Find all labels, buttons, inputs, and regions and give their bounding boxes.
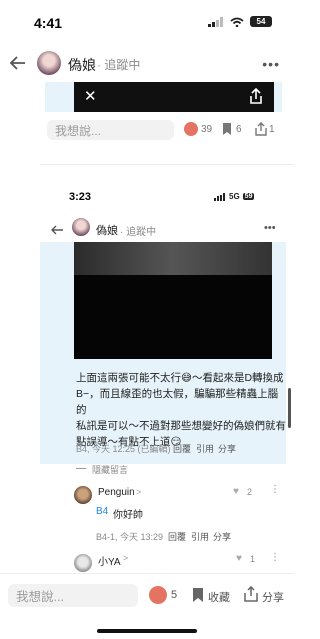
inner-image-black — [74, 275, 272, 359]
status-bar: 4:41 54 — [0, 0, 294, 44]
inner-back-arrow-icon — [51, 225, 63, 235]
inner-network: 5G — [229, 192, 240, 201]
close-icon[interactable]: ✕ — [84, 87, 97, 105]
heart-icon: ♥ — [236, 553, 242, 564]
comment-like-count: 2 — [247, 487, 253, 497]
avatar[interactable] — [37, 51, 61, 75]
bottom-reply-input[interactable]: 我想說... — [8, 584, 138, 607]
post-quote-link: 引用 — [196, 444, 215, 454]
board-title[interactable]: 偽娘 — [68, 55, 96, 75]
hidden-comments-label: 隱藏留言 — [92, 465, 129, 475]
hidden-divider-line — [76, 468, 86, 469]
reply-input[interactable]: 我想說... — [47, 120, 174, 140]
comment-mention: B4 — [96, 506, 109, 517]
inner-follow-status: · 追蹤中 — [120, 227, 157, 238]
back-arrow-icon[interactable] — [8, 53, 28, 73]
inner-avatar — [72, 218, 90, 236]
embedded-screenshot: 3:23 5G 59 偽娘 · 追蹤中 ••• 上面這兩張可能不太行😅～看起來是… — [40, 180, 294, 573]
share-icon[interactable] — [254, 122, 268, 136]
battery-icon: 54 — [250, 16, 272, 27]
status-icons: 54 — [208, 16, 272, 27]
bottom-bar: 我想說... 5 收藏 分享 — [0, 573, 294, 617]
chevron-right-icon: > — [136, 487, 142, 497]
signal-icon — [208, 16, 223, 27]
post-text-line: 上面這兩張可能不太行😅～看起來是D轉換成 — [76, 372, 284, 384]
comment-reply-link: 回覆 — [168, 532, 187, 542]
comment-quote-link: 引用 — [191, 532, 210, 542]
inner-scrollbar — [288, 388, 291, 428]
bookmark-icon[interactable] — [222, 122, 232, 136]
divider — [40, 164, 294, 165]
top-nav: 偽娘 · 追蹤中 ••• — [0, 44, 294, 82]
inner-status-time: 3:23 — [69, 191, 92, 203]
comment-username: 小YA — [98, 557, 121, 568]
post-reply-link: 回覆 — [173, 444, 192, 454]
reaction-count: 39 — [201, 124, 213, 135]
save-label[interactable]: 收藏 — [208, 589, 230, 605]
share-label[interactable]: 分享 — [262, 589, 284, 605]
inner-board-title: 偽娘 — [96, 225, 118, 237]
inner-battery-icon: 59 — [242, 193, 255, 200]
inner-more-icon: ••• — [264, 222, 276, 234]
inner-status-icons: 5G 59 — [214, 192, 255, 201]
bookmark-icon[interactable] — [192, 587, 204, 603]
more-vertical-icon: ⋮ — [270, 484, 280, 495]
video-player[interactable]: ✕ — [74, 82, 274, 112]
comment-avatar — [74, 554, 92, 572]
comment-like-count: 1 — [250, 554, 256, 564]
more-icon[interactable]: ••• — [262, 56, 280, 72]
chevron-right-icon: > — [123, 553, 129, 563]
post-floor-meta: B4, 今天 12:25 (已編輯) — [76, 444, 171, 454]
share-upload-icon[interactable] — [248, 87, 264, 105]
home-indicator[interactable] — [97, 629, 197, 633]
comment-avatar — [74, 486, 92, 504]
comment-share-link: 分享 — [213, 532, 232, 542]
post-text-line: 私訊是可以～不過對那些想變好的偽娘們就有 — [76, 420, 286, 432]
save-count: 6 — [236, 124, 242, 135]
bottom-reaction-count: 5 — [171, 589, 178, 601]
heart-icon: ♥ — [233, 486, 239, 497]
post-text: 上面這兩張可能不太行😅～看起來是D轉換成 B−，而且線歪的也太假，騙騙那些精蟲上… — [76, 370, 288, 450]
inner-signal-icon — [214, 192, 225, 201]
angry-emoji-icon[interactable] — [149, 586, 167, 604]
angry-emoji-icon[interactable] — [184, 122, 198, 136]
comment-meta: B4-1, 今天 13:29 — [96, 532, 164, 542]
share-icon[interactable] — [243, 586, 259, 602]
post-share-link: 分享 — [218, 444, 237, 454]
comment-username: Penguin — [98, 487, 135, 498]
post-text-line: B−，而且線歪的也太假，騙騙那些精蟲上腦的 — [76, 388, 279, 416]
wifi-icon — [230, 17, 244, 27]
follow-status[interactable]: · 追蹤中 — [97, 56, 140, 73]
share-count: 1 — [269, 124, 275, 135]
more-vertical-icon: ⋮ — [270, 552, 280, 563]
status-time: 4:41 — [34, 15, 63, 31]
comment-text: 你好帥 — [113, 510, 143, 521]
inner-image-top — [74, 242, 272, 275]
